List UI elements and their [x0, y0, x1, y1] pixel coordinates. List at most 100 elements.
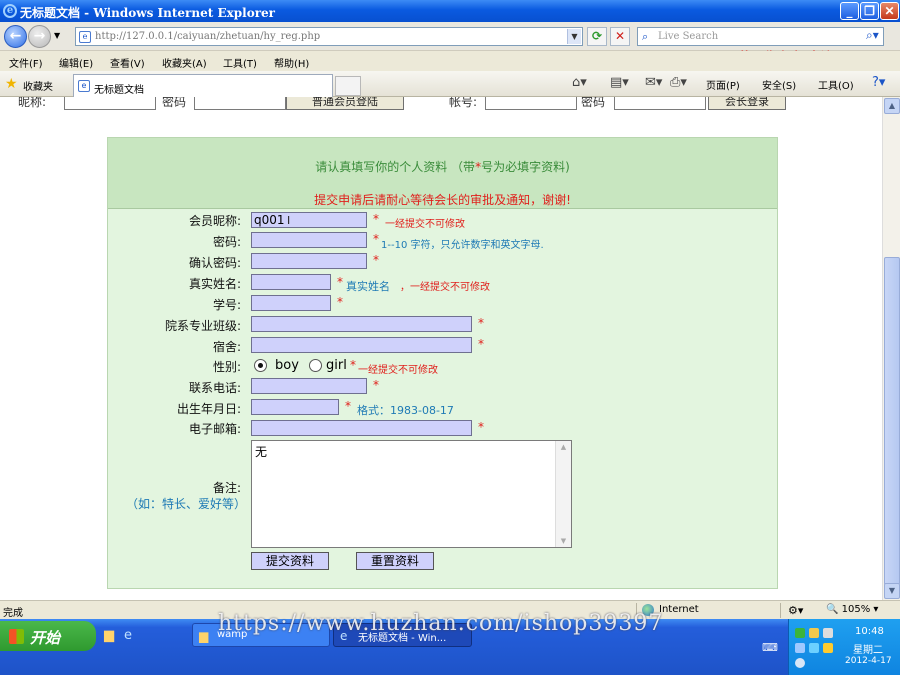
normal-login-button[interactable]: 普通会员登陆: [286, 97, 404, 110]
search-engine-icon: ⌕: [642, 30, 649, 43]
login-row: 昵称: 密码 普通会员登陆 帐号: 密码 会长登录: [0, 97, 882, 110]
ie-quicklaunch-icon[interactable]: e: [124, 628, 132, 643]
form-notice: 提交申请后请耐心等待会长的审批及通知，谢谢!: [314, 193, 571, 207]
favorites-button[interactable]: 收藏夹: [23, 78, 53, 93]
nickname-note: 一经提交不可修改: [385, 219, 465, 230]
system-tray: 10:48 星期二 2012-4-17: [788, 619, 900, 675]
start-button[interactable]: 开始: [0, 621, 96, 651]
shop-url-watermark: https://www.huzhan.com/ishop39397: [218, 611, 664, 636]
search-go-icon[interactable]: ⌕▾: [866, 28, 879, 43]
login-password-label: 密码: [162, 97, 187, 109]
folder-quicklaunch-icon[interactable]: ▆: [104, 628, 114, 643]
dorm-input[interactable]: [251, 337, 472, 353]
antivirus-tray-icon[interactable]: [795, 658, 805, 668]
nickname-label: 昵称:: [18, 97, 47, 109]
gender-girl-radio[interactable]: [309, 359, 322, 372]
reset-button[interactable]: 重置资料: [356, 552, 434, 570]
page-scroll-up-icon[interactable]: ▲: [884, 98, 900, 114]
search-input[interactable]: ⌕ Live Search: [637, 27, 884, 46]
network-tray-icon[interactable]: [795, 628, 805, 638]
gender-girl-label[interactable]: girl: [326, 358, 347, 373]
text-cursor-icon: I: [287, 214, 291, 227]
login-password-input[interactable]: [194, 97, 286, 110]
menu-file[interactable]: 文件(F): [9, 55, 43, 70]
department-input[interactable]: [251, 316, 472, 332]
submit-button[interactable]: 提交资料: [251, 552, 329, 570]
leader-password-input[interactable]: [614, 97, 706, 110]
address-dropdown-icon[interactable]: ▼: [567, 29, 581, 44]
new-tab-button[interactable]: [335, 76, 361, 96]
page-scroll-down-icon[interactable]: ▼: [884, 583, 900, 599]
monitor-tray-icon[interactable]: [795, 643, 805, 653]
realname-warning: ，一经提交不可修改: [400, 282, 490, 293]
favorites-star-icon[interactable]: ★: [5, 76, 18, 92]
dorm-field-label: 宿舍:: [212, 340, 241, 354]
forward-button[interactable]: →: [28, 25, 51, 48]
phone-input[interactable]: [251, 378, 367, 394]
sync-tray-icon[interactable]: [809, 643, 819, 653]
print-icon[interactable]: ⎙▾: [670, 75, 687, 90]
close-button[interactable]: ✕: [880, 2, 899, 20]
menu-edit[interactable]: 编辑(E): [59, 55, 93, 70]
menu-favorites[interactable]: 收藏夹(A): [162, 55, 207, 70]
remarks-textarea[interactable]: 无 ▲ ▼: [251, 440, 572, 548]
tools-menu[interactable]: 工具(O): [818, 77, 854, 92]
home-icon[interactable]: ⌂▾: [572, 75, 587, 90]
zoom-control[interactable]: 🔍 105% ▾: [826, 604, 878, 615]
history-dropdown-icon[interactable]: ▼: [54, 31, 60, 40]
confirm-field-label: 确认密码:: [188, 256, 241, 270]
scroll-up-icon[interactable]: ▲: [556, 443, 571, 451]
menu-view[interactable]: 查看(V): [110, 55, 145, 70]
page-content: 昵称: 密码 普通会员登陆 帐号: 密码 会长登录 请认真填写你的个人资料 （带…: [0, 97, 882, 600]
windows-logo-icon: [9, 629, 24, 644]
stop-button[interactable]: ✕: [610, 27, 630, 46]
birthday-input[interactable]: [251, 399, 339, 415]
update-tray-icon[interactable]: [809, 628, 819, 638]
shield-tray-icon[interactable]: [823, 643, 833, 653]
safety-menu[interactable]: 安全(S): [762, 77, 796, 92]
gender-boy-radio[interactable]: [254, 359, 267, 372]
minimize-button[interactable]: _: [840, 2, 859, 20]
page-menu[interactable]: 页面(P): [706, 77, 740, 92]
clock-time[interactable]: 10:48: [855, 626, 884, 637]
login-nickname-input[interactable]: [64, 97, 156, 110]
window-title-bar[interactable]: e 无标题文档 - Windows Internet Explorer _ ❐ …: [0, 0, 900, 22]
refresh-button[interactable]: ⟳: [587, 27, 607, 46]
leader-login-button[interactable]: 会长登录: [708, 97, 786, 110]
page-scrollbar[interactable]: ▲ ▼: [882, 97, 900, 600]
page-scroll-thumb[interactable]: [884, 257, 900, 585]
maximize-button[interactable]: ❐: [860, 2, 879, 20]
browser-tab[interactable]: e 无标题文档: [73, 74, 333, 97]
nickname-input[interactable]: q001: [251, 212, 367, 228]
tab-title: 无标题文档: [94, 85, 144, 96]
feeds-icon[interactable]: ▤▾: [610, 75, 629, 90]
nickname-field-label: 会员昵称:: [188, 214, 241, 228]
mail-icon[interactable]: ✉▾: [645, 75, 662, 90]
email-input[interactable]: [251, 420, 472, 436]
menu-bar: 文件(F) 编辑(E) 查看(V) 收藏夹(A) 工具(T) 帮助(H): [0, 51, 900, 71]
password-input[interactable]: [251, 232, 367, 248]
birthday-format-note: 格式：1983-08-17: [357, 404, 454, 417]
protected-mode-icon[interactable]: ⚙▾: [788, 604, 803, 617]
keyboard-icon[interactable]: ⌨: [762, 641, 778, 654]
realname-field-label: 真实姓名:: [188, 277, 241, 291]
help-icon[interactable]: ?▾: [872, 75, 885, 90]
leader-account-input[interactable]: [485, 97, 577, 110]
remarks-hint: （如：特长、爱好等）: [125, 497, 246, 511]
menu-tools[interactable]: 工具(T): [223, 55, 257, 70]
remarks-scrollbar[interactable]: ▲ ▼: [555, 441, 571, 547]
address-input[interactable]: e http://127.0.0.1/caiyuan/zhetuan/hy_re…: [75, 27, 583, 46]
back-button[interactable]: ←: [4, 25, 27, 48]
student-id-input[interactable]: [251, 295, 331, 311]
folder-icon: ▆: [199, 629, 209, 643]
gender-boy-label[interactable]: boy: [275, 358, 299, 373]
realname-input[interactable]: [251, 274, 331, 290]
leader-password-label: 密码: [581, 97, 606, 109]
scroll-down-icon[interactable]: ▼: [556, 537, 571, 545]
password-field-label: 密码:: [212, 235, 241, 249]
confirm-password-input[interactable]: [251, 253, 367, 269]
weather-tray-icon[interactable]: [823, 628, 833, 638]
menu-help[interactable]: 帮助(H): [274, 55, 309, 70]
window-title: 无标题文档 - Windows Internet Explorer: [20, 6, 275, 20]
form-instruction: 请认真填写你的个人资料 （带*号为必填字资料): [315, 160, 570, 174]
